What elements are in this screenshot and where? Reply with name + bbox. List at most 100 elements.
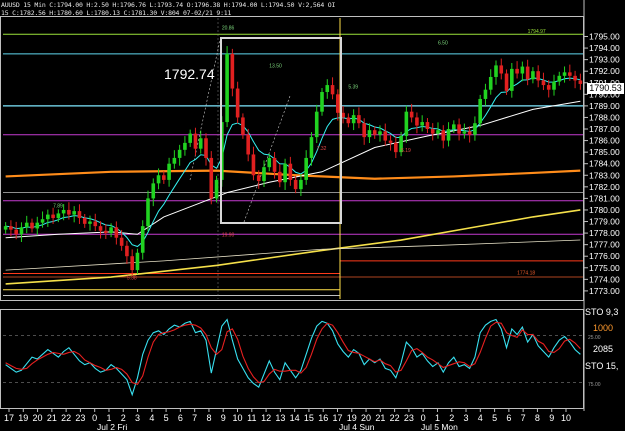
candle-body — [241, 117, 245, 135]
date-label: Jul 2 Fri — [97, 422, 127, 431]
oscillator-level-a: 1000 — [593, 323, 614, 333]
candle-body — [177, 149, 182, 158]
candle-body — [425, 122, 430, 130]
candle-body — [457, 124, 461, 134]
candle-body — [309, 137, 314, 158]
price-tick-label: 1778.00 — [589, 228, 620, 238]
candle-body — [441, 130, 446, 141]
candle-body — [225, 53, 229, 123]
time-tick-label: 9 — [221, 413, 226, 423]
candle-body — [330, 85, 335, 95]
candle-body — [30, 222, 34, 229]
candle-body — [61, 209, 66, 214]
price-tick-label: 1783.00 — [589, 170, 620, 180]
price-tick-label: 1775.00 — [589, 263, 620, 273]
time-tick-label: 10 — [561, 413, 571, 423]
candles-group — [3, 46, 583, 276]
price-tick-label: 1773.00 — [589, 286, 620, 296]
candle-body — [415, 117, 419, 126]
candle-body — [430, 129, 435, 134]
price-tick-label: 1784.00 — [589, 159, 620, 169]
bar-annotation: 1774.18 — [517, 271, 535, 277]
candle-body — [140, 226, 145, 253]
candle-body — [504, 73, 509, 91]
candle-body — [467, 131, 472, 135]
candle-body — [510, 68, 514, 91]
bar-annotation: 5.39 — [348, 85, 358, 91]
candle-body — [520, 66, 525, 74]
price-tick-label: 1774.00 — [589, 274, 620, 284]
oscillator-level-text: 75.00 — [588, 382, 601, 388]
candle-body — [546, 85, 551, 90]
candle-body — [446, 129, 451, 141]
header-ohlc-line-1: AUUSD 15 Min C:1794.00 H:2.50 H:1796.76 … — [1, 1, 336, 9]
candle-body — [267, 157, 272, 168]
candle-body — [325, 85, 330, 93]
time-tick-label: 19 — [18, 413, 28, 423]
candle-body — [151, 183, 156, 199]
time-axis: 17 19 20 21 22 23 0 1 2 3 4 5 6 7 8 9 10 11 12 13 14 15 16 17 19… — [4, 409, 571, 431]
candle-body — [378, 131, 382, 135]
candle-body — [14, 229, 18, 235]
time-tick-label: 8 — [535, 413, 540, 423]
candle-body — [562, 72, 567, 76]
candle-body — [167, 163, 171, 180]
candle-body — [362, 123, 366, 138]
candle-body — [515, 68, 519, 74]
candle-body — [483, 89, 488, 99]
bar-annotation: 19.90 — [222, 233, 235, 239]
candle-body — [46, 214, 50, 220]
time-tick-label: 7 — [192, 413, 197, 423]
time-tick-label: 6 — [178, 413, 183, 423]
candle-body — [251, 154, 256, 176]
candle-body — [404, 111, 409, 136]
bar-annotation: 7.89 — [53, 204, 63, 210]
candle-body — [304, 157, 308, 180]
candle-body — [72, 211, 76, 215]
candle-body — [552, 81, 556, 90]
candle-body — [346, 117, 351, 124]
candle-body — [351, 115, 356, 124]
bar-annotation: 13.50 — [269, 64, 282, 70]
candle-body — [193, 133, 198, 149]
bar-annotation: 5.19 — [401, 148, 411, 154]
candle-body — [388, 140, 393, 143]
candle-body — [541, 80, 546, 86]
candle-body — [183, 142, 187, 150]
candle-body — [130, 256, 134, 271]
candle-body — [409, 111, 414, 118]
bar-annotation: 1794.97 — [528, 29, 546, 35]
candle-body — [293, 179, 298, 190]
candle-body — [357, 115, 361, 124]
trend-dashed-line-2 — [189, 39, 221, 181]
oscillator-lines — [5, 318, 581, 397]
candle-body — [188, 133, 192, 143]
time-tick-label: 16 — [318, 413, 328, 423]
yellow-moving-average — [5, 209, 581, 285]
candle-body — [278, 171, 282, 183]
time-tick-label: 12 — [261, 413, 271, 423]
time-tick-label: 3 — [464, 413, 469, 423]
candle-body — [19, 227, 24, 235]
time-tick-label: 14 — [290, 413, 300, 423]
candle-body — [283, 163, 287, 183]
candle-body — [573, 75, 577, 81]
time-tick-label: 4 — [149, 413, 154, 423]
candle-body — [372, 130, 377, 135]
candle-body — [162, 175, 166, 180]
bar-annotation: 5.38 — [127, 275, 137, 281]
candle-body — [536, 71, 540, 81]
time-tick-label: 20 — [33, 413, 43, 423]
time-tick-label: 8 — [206, 413, 211, 423]
candle-body — [98, 226, 103, 231]
price-tick-label: 1788.00 — [589, 112, 620, 122]
candle-body — [367, 130, 372, 138]
candle-body — [56, 213, 61, 219]
oscillator-level-text: 25.00 — [588, 335, 601, 341]
stoch-label-bottom: STO 15, — [585, 361, 619, 371]
price-callout: 1792.74 — [164, 66, 215, 82]
price-tick-label: 1780.00 — [589, 205, 620, 215]
time-tick-label: 4 — [478, 413, 483, 423]
time-tick-label: 23 — [75, 413, 85, 423]
time-tick-label: 9 — [549, 413, 554, 423]
